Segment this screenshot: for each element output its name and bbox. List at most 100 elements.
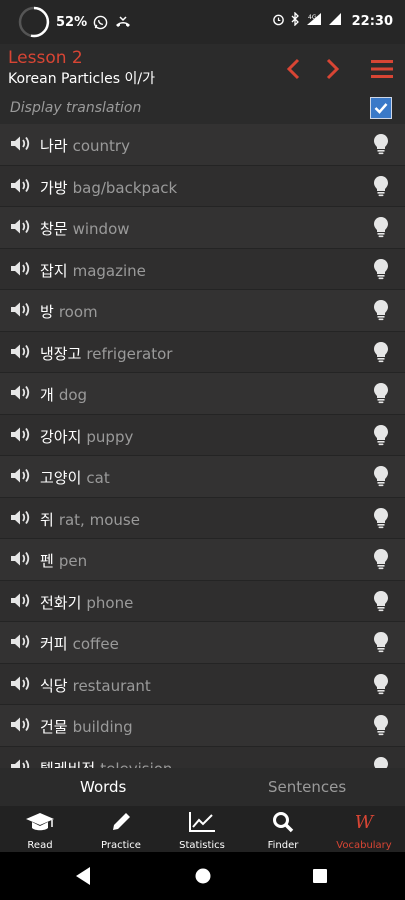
lightbulb-icon[interactable] [373,175,389,201]
word-text: 잡지 magazine [40,260,146,281]
signal-4g-icon: 4G [306,12,322,30]
speaker-icon[interactable] [10,592,32,613]
speaker-icon[interactable] [10,509,32,530]
word-translation: window [72,220,130,238]
previous-lesson-button[interactable] [278,54,308,84]
speaker-icon[interactable] [10,550,32,571]
pencil-icon [113,813,130,830]
display-translation-row: Display translation [0,96,405,124]
word-korean: 강아지 [40,427,82,446]
tab-words[interactable]: Words [80,778,126,796]
lightbulb-icon[interactable] [373,424,389,450]
word-text: 커피 coffee [40,633,119,654]
word-text: 전화기 phone [40,592,133,613]
word-translation: phone [86,593,134,612]
speaker-icon[interactable] [10,135,32,156]
word-row[interactable]: 고양이 cat [0,456,405,498]
status-time: 22:30 [351,13,393,29]
word-korean: 고양이 [40,469,82,487]
lightbulb-icon[interactable] [373,258,389,284]
word-row[interactable]: 냉장고 refrigerator [0,331,405,373]
lightbulb-icon[interactable] [373,590,389,616]
next-lesson-button[interactable] [318,54,348,84]
word-text: 고양이 cat [40,467,110,488]
word-translation: rat, mouse [58,510,140,529]
word-korean: 건물 [40,718,68,736]
home-button[interactable] [194,866,212,890]
words-sentences-tabs: Words Sentences [0,768,405,806]
tab-sentences[interactable]: Sentences [268,778,346,796]
word-row[interactable]: 쥐 rat, mouse [0,497,405,539]
lightbulb-icon[interactable] [373,548,389,574]
display-translation-checkbox[interactable] [370,97,392,119]
status-bar: 52% 4G 22:30 [0,0,405,44]
nav-read[interactable]: Read [0,810,80,851]
nav-practice[interactable]: Practice [81,810,161,851]
word-text: 건물 building [40,716,133,737]
lightbulb-icon[interactable] [373,465,389,491]
back-triangle-icon [76,867,90,885]
word-row[interactable]: 강아지 puppy [0,414,405,456]
display-translation-label: Display translation [10,100,142,116]
lesson-title: Lesson 2 [8,48,83,68]
lightbulb-icon[interactable] [373,714,389,740]
speaker-icon[interactable] [10,675,32,696]
speaker-icon[interactable] [10,426,32,447]
home-circle-icon [195,868,211,884]
speaker-icon[interactable] [10,633,32,654]
lightbulb-icon[interactable] [373,216,389,242]
speaker-icon[interactable] [10,384,32,405]
word-row[interactable]: 가방 bag/backpack [0,165,405,207]
word-korean: 식당 [40,676,68,695]
word-korean: 나라 [40,137,68,155]
speaker-icon[interactable] [10,301,32,322]
word-translation: puppy [86,427,134,446]
lightbulb-icon[interactable] [373,507,389,533]
lightbulb-icon[interactable] [373,133,389,159]
status-right: 4G 22:30 [272,11,393,30]
word-row[interactable]: 개 dog [0,373,405,415]
word-translation: cat [86,469,110,487]
recents-square-icon [313,869,327,883]
speaker-icon[interactable] [10,218,32,239]
word-row[interactable]: 창문 window [0,207,405,249]
menu-button[interactable] [367,54,397,84]
word-row[interactable]: 잡지 magazine [0,248,405,290]
speaker-icon[interactable] [10,260,32,281]
word-translation: room [58,303,98,321]
lightbulb-icon[interactable] [373,341,389,367]
vocabulary-w-icon: W [354,811,374,833]
lightbulb-icon[interactable] [373,382,389,408]
word-text: 창문 window [40,218,130,239]
word-text: 가방 bag/backpack [40,177,177,198]
speaker-icon[interactable] [10,716,32,737]
word-row[interactable]: 펜 pen [0,539,405,581]
nav-statistics[interactable]: Statistics [162,810,242,851]
word-row[interactable]: 나라 country [0,124,405,166]
word-korean: 창문 [40,220,68,238]
word-row[interactable]: 건물 building [0,705,405,747]
word-row[interactable]: 전화기 phone [0,580,405,622]
lightbulb-icon[interactable] [373,631,389,657]
speaker-icon[interactable] [10,177,32,198]
nav-vocabulary-label: Vocabulary [336,840,392,851]
checkmark-icon [374,103,388,114]
word-row[interactable]: 방 room [0,290,405,332]
word-text: 개 dog [40,384,87,405]
hamburger-menu-icon [371,60,393,78]
alarm-icon [272,13,285,30]
word-translation: refrigerator [86,344,173,363]
nav-vocabulary[interactable]: W Vocabulary [324,810,404,852]
lightbulb-icon[interactable] [373,299,389,325]
nav-finder[interactable]: Finder [243,810,323,851]
chevron-left-icon [286,58,300,80]
back-button[interactable] [74,866,92,890]
recents-button[interactable] [311,866,329,890]
speaker-icon[interactable] [10,343,32,364]
word-row[interactable]: 식당 restaurant [0,663,405,705]
word-row[interactable]: 커피 coffee [0,622,405,664]
system-navigation-bar [0,852,405,900]
word-translation: coffee [72,635,119,653]
speaker-icon[interactable] [10,467,32,488]
lightbulb-icon[interactable] [373,673,389,699]
